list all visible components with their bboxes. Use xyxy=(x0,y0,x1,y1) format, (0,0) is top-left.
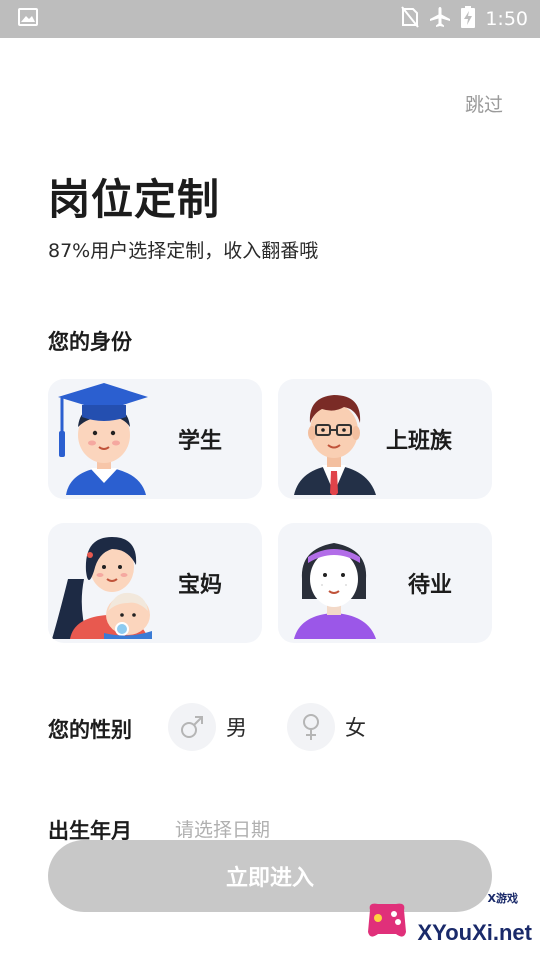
status-bar: 1:50 xyxy=(0,0,540,38)
identity-card-label: 宝妈 xyxy=(178,573,223,598)
watermark-small-text: X游戏 xyxy=(487,892,518,905)
gender-option-male[interactable]: 男 xyxy=(168,703,247,751)
identity-section-label: 您的身份 xyxy=(48,330,132,354)
skip-button[interactable]: 跳过 xyxy=(465,90,503,117)
unemployed-avatar xyxy=(278,523,388,643)
site-watermark: X游戏 XYouXi.net xyxy=(364,890,532,950)
status-left xyxy=(18,8,38,30)
identity-card-label: 上班族 xyxy=(386,429,453,454)
no-sim-icon xyxy=(401,6,420,32)
student-avatar xyxy=(48,379,158,499)
airplane-mode-icon xyxy=(429,6,451,32)
identity-card-label: 待业 xyxy=(408,573,453,598)
office-worker-avatar xyxy=(278,379,388,499)
gender-male-label: 男 xyxy=(226,716,247,740)
birth-date-picker[interactable]: 请选择日期 xyxy=(175,815,270,842)
mom-with-baby-avatar xyxy=(48,523,160,643)
gender-section-label: 您的性别 xyxy=(48,718,132,742)
image-notification-icon xyxy=(18,8,38,30)
identity-card-student[interactable]: 学生 xyxy=(48,379,262,499)
status-right: 1:50 xyxy=(401,6,528,32)
male-symbol-icon xyxy=(168,703,216,751)
page-title: 岗位定制 xyxy=(48,175,221,224)
page-subtitle: 87%用户选择定制，收入翻番哦 xyxy=(48,240,319,262)
battery-charging-icon xyxy=(461,6,476,32)
gender-option-female[interactable]: 女 xyxy=(287,703,366,751)
watermark-brand-text: XYouXi.net xyxy=(417,920,533,945)
identity-card-mom[interactable]: 宝妈 xyxy=(48,523,262,643)
gender-female-label: 女 xyxy=(345,716,366,740)
female-symbol-icon xyxy=(287,703,335,751)
identity-card-unemployed[interactable]: 待业 xyxy=(278,523,492,643)
identity-card-office-worker[interactable]: 上班族 xyxy=(278,379,492,499)
gamepad-logo-icon xyxy=(364,898,410,946)
status-time: 1:50 xyxy=(485,8,528,30)
identity-card-label: 学生 xyxy=(178,429,223,454)
